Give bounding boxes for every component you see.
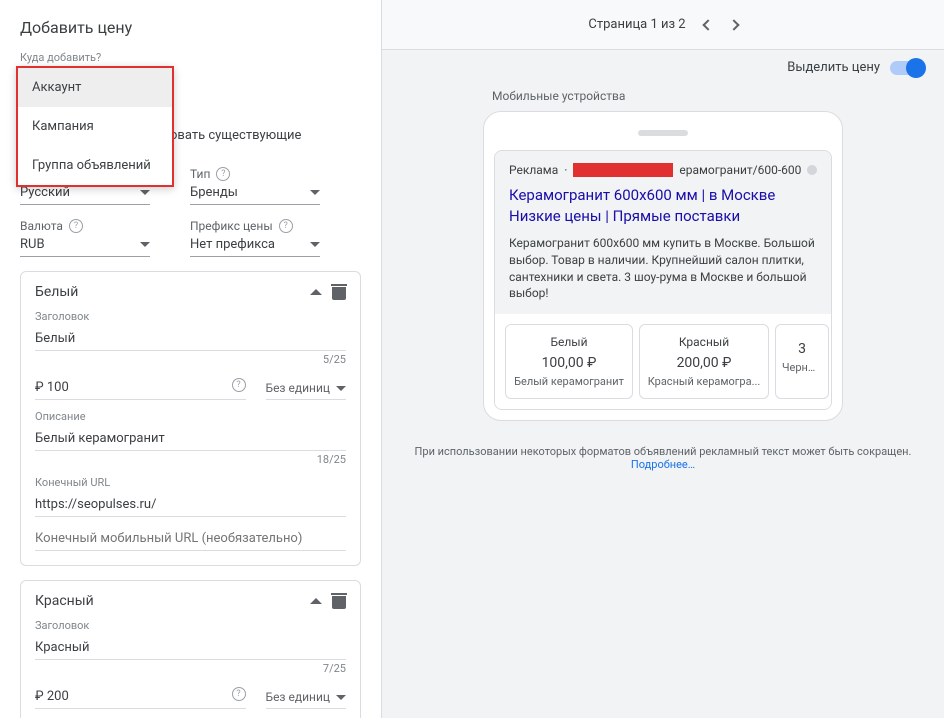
ad-url-tail: ерамогранит/600-600 xyxy=(679,163,801,177)
phone-frame: Реклама · ерамогранит/600-600 Керамогран… xyxy=(483,111,843,421)
caret-down-icon xyxy=(336,386,346,391)
char-counter: 18/25 xyxy=(35,453,346,466)
top-bar: Страница 1 из 2 xyxy=(382,0,944,50)
dropdown-item-adgroup[interactable]: Группа объявлений xyxy=(18,146,172,185)
highlight-toggle[interactable] xyxy=(890,61,924,75)
radio-use-existing[interactable]: овать существующие xyxy=(170,124,361,147)
caret-down-icon xyxy=(336,695,346,700)
caret-down-icon xyxy=(140,190,150,195)
card-title: Красный xyxy=(35,593,94,609)
ad-title-line2: Низкие цены | Прямые поставки xyxy=(509,206,817,227)
ad-badge: Реклама xyxy=(509,163,558,177)
where-label: Куда добавить? xyxy=(20,51,361,64)
price-preview-card: Белый 100,00 ₽ Белый керамогранит xyxy=(505,324,633,399)
help-icon[interactable]: ? xyxy=(69,219,83,233)
headline-label: Заголовок xyxy=(35,310,346,323)
pager-next-icon[interactable] xyxy=(728,19,739,30)
price-card: Белый Заголовок 5/25 ? Без единиц Описан… xyxy=(20,271,361,566)
dropdown-item-account[interactable]: Аккаунт xyxy=(18,68,172,107)
prefix-select[interactable]: Нет префикса xyxy=(190,233,320,257)
char-counter: 5/25 xyxy=(35,353,346,366)
price-card: Красный Заголовок 7/25 ? Без единиц Опис… xyxy=(20,580,361,718)
phone-speaker-icon xyxy=(638,130,688,136)
headline-input[interactable] xyxy=(35,327,346,351)
help-icon[interactable]: ? xyxy=(232,687,246,701)
redacted-bar xyxy=(573,163,673,177)
dropdown-item-campaign[interactable]: Кампания xyxy=(18,107,172,146)
trash-icon[interactable] xyxy=(332,284,346,300)
pager-text: Страница 1 из 2 xyxy=(588,17,685,32)
type-label: Тип? xyxy=(190,167,320,181)
collapse-icon[interactable] xyxy=(310,289,322,295)
pager-prev-icon[interactable] xyxy=(702,19,713,30)
radio-group: овать существующие xyxy=(170,124,361,147)
right-panel: Страница 1 из 2 Выделить цену Мобильные … xyxy=(382,0,944,718)
final-url-input[interactable] xyxy=(35,493,346,517)
help-icon[interactable]: ? xyxy=(232,378,246,392)
mobile-url-input[interactable] xyxy=(35,527,346,551)
currency-select[interactable]: RUB xyxy=(20,233,150,257)
preview-area: Мобильные устройства Реклама · ерамогран… xyxy=(382,85,944,718)
highlight-toggle-row: Выделить цену xyxy=(382,50,944,85)
left-panel: Добавить цену Куда добавить? Аккаунт Кам… xyxy=(0,0,382,718)
where-dropdown-menu: Аккаунт Кампания Группа объявлений xyxy=(16,66,174,187)
caret-down-icon xyxy=(310,242,320,247)
card-title: Белый xyxy=(35,284,78,300)
type-select[interactable]: Бренды xyxy=(190,181,320,205)
caret-down-icon xyxy=(140,242,150,247)
price-preview-card: Красный 200,00 ₽ Красный керамогра... xyxy=(639,324,769,399)
trash-icon[interactable] xyxy=(332,593,346,609)
unit-select[interactable]: Без единиц xyxy=(266,381,347,400)
final-url-label: Конечный URL xyxy=(35,476,346,489)
price-input[interactable] xyxy=(35,685,246,709)
char-counter: 7/25 xyxy=(35,662,346,675)
price-cards-row: Белый 100,00 ₽ Белый керамогранит Красны… xyxy=(495,314,831,409)
price-input[interactable] xyxy=(35,376,246,400)
unit-select[interactable]: Без единиц xyxy=(266,690,347,709)
collapse-icon[interactable] xyxy=(310,598,322,604)
prefix-label: Префикс цены? xyxy=(190,219,320,233)
toggle-label: Выделить цену xyxy=(787,60,880,75)
help-icon[interactable]: ? xyxy=(279,219,293,233)
description-input[interactable] xyxy=(35,427,346,451)
ad-preview: Реклама · ерамогранит/600-600 Керамогран… xyxy=(494,150,832,410)
headline-label: Заголовок xyxy=(35,619,346,632)
help-icon[interactable]: ? xyxy=(216,167,230,181)
caret-down-icon xyxy=(310,190,320,195)
ad-title-line1: Керамогранит 600х600 мм | в Москве xyxy=(509,185,817,206)
price-preview-card: 3 Черный xyxy=(775,324,829,399)
ad-description: Керамогранит 600х600 мм купить в Москве.… xyxy=(509,235,817,302)
description-label: Описание xyxy=(35,410,346,423)
info-dot-icon xyxy=(807,165,817,175)
footnote: При использовании некоторых форматов объ… xyxy=(382,445,944,471)
currency-label: Валюта? xyxy=(20,219,150,233)
learn-more-link[interactable]: Подробнее… xyxy=(631,458,695,471)
headline-input[interactable] xyxy=(35,636,346,660)
device-label: Мобильные устройства xyxy=(492,89,625,103)
page-title: Добавить цену xyxy=(20,18,361,37)
